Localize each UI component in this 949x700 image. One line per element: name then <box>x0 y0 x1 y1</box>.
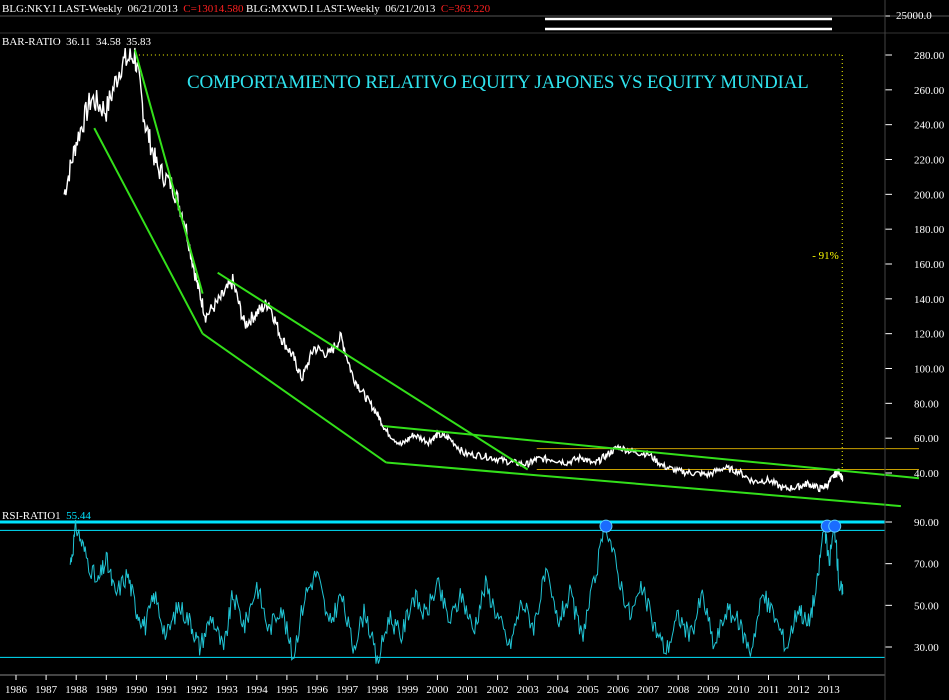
x-tick-label: 2005 <box>577 684 600 696</box>
x-tick-label: 1993 <box>216 684 239 696</box>
x-tick-label: 1998 <box>366 684 389 696</box>
x-tick-label: 1986 <box>5 684 28 696</box>
rsi-ytick-label: 90.00 <box>914 517 939 529</box>
price-ytick-label: 160.00 <box>914 259 945 271</box>
x-tick-label: 2001 <box>457 684 479 696</box>
x-tick-label: 1994 <box>246 684 269 696</box>
x-tick-label: 1989 <box>95 684 118 696</box>
x-tick-label: 1997 <box>336 684 359 696</box>
price-ytick-label: 240.00 <box>914 120 945 132</box>
x-tick-label: 1996 <box>306 684 329 696</box>
price-legend-name: BAR-RATIO <box>2 36 61 48</box>
rsi-legend-name: RSI-RATIO1 <box>2 510 61 522</box>
x-tick-label: 1988 <box>65 684 88 696</box>
rsi-legend-value: 55.44 <box>66 510 91 522</box>
rsi-legend: RSI-RATIO1 55.44 <box>2 510 91 522</box>
x-tick-label: 2002 <box>487 684 509 696</box>
x-tick-label: 2013 <box>818 684 841 696</box>
price-ytick-label: 180.00 <box>914 224 945 236</box>
x-tick-label: 2008 <box>667 684 690 696</box>
x-tick-label: 2003 <box>517 684 540 696</box>
x-tick-label: 1992 <box>186 684 208 696</box>
header-series-2: BLG:MXWD.I LAST-Weekly 06/21/2013 C=363.… <box>246 3 490 15</box>
series2-date: 06/21/2013 <box>385 3 436 15</box>
price-ytick-label: 60.00 <box>914 433 939 445</box>
price-ytick-label: 280.00 <box>914 50 945 62</box>
price-legend-value-3: 35.83 <box>126 36 152 48</box>
x-tick-label: 2010 <box>727 684 750 696</box>
price-ytick-label: 140.00 <box>914 294 945 306</box>
price-ytick-label: 120.00 <box>914 329 945 341</box>
price-ytick-label: 260.00 <box>914 85 945 97</box>
series1-close: C=13014.580 <box>183 3 244 15</box>
rsi-overbought-marker <box>599 519 613 533</box>
x-tick-label: 1999 <box>396 684 419 696</box>
x-tick-label: 1991 <box>156 684 178 696</box>
series1-date: 06/21/2013 <box>127 3 178 15</box>
price-ytick-label: 100.00 <box>914 364 945 376</box>
top-axis-value: 25000.0 <box>896 10 932 22</box>
x-tick-label: 2007 <box>637 684 660 696</box>
chart-title: COMPORTAMIENTO RELATIVO EQUITY JAPONES V… <box>187 72 809 93</box>
x-tick-label: 2004 <box>547 684 570 696</box>
x-tick-label: 1995 <box>276 684 299 696</box>
x-tick-label: 2009 <box>697 684 720 696</box>
rsi-ytick-label: 70.00 <box>914 559 939 571</box>
x-tick-label: 1987 <box>35 684 58 696</box>
price-legend-value-1: 36.11 <box>66 36 91 48</box>
header-series-1: BLG:NKY.I LAST-Weekly 06/21/2013 C=13014… <box>2 3 244 15</box>
rsi-ytick-label: 30.00 <box>914 642 939 654</box>
x-tick-label: 2006 <box>607 684 630 696</box>
series2-close: C=363.220 <box>440 3 491 15</box>
annotations: - 91% <box>812 250 839 262</box>
decline-annotation: - 91% <box>812 250 839 262</box>
price-ytick-label: 200.00 <box>914 189 945 201</box>
rsi-ytick-label: 50.00 <box>914 600 939 612</box>
x-tick-label: 1990 <box>125 684 148 696</box>
price-ytick-label: 80.00 <box>914 398 939 410</box>
price-ytick-label: 220.00 <box>914 155 945 167</box>
chart-canvas: 280.00 260.00 240.00 220.00 200.00 180.00 160.… <box>0 0 949 700</box>
price-ytick-label: 40.00 <box>914 468 939 480</box>
x-tick-label: 2012 <box>788 684 810 696</box>
top-axis-label: 25000.0 <box>896 10 932 22</box>
price-legend: BAR-RATIO 36.11 34.58 35.83 <box>2 36 151 48</box>
x-tick-label: 2011 <box>758 684 780 696</box>
series2-label: BLG:MXWD.I LAST-Weekly <box>246 3 380 15</box>
series1-label: BLG:NKY.I LAST-Weekly <box>2 3 123 15</box>
price-legend-value-2: 34.58 <box>96 36 121 48</box>
rsi-overbought-marker <box>828 519 842 533</box>
x-tick-label: 2000 <box>426 684 449 696</box>
